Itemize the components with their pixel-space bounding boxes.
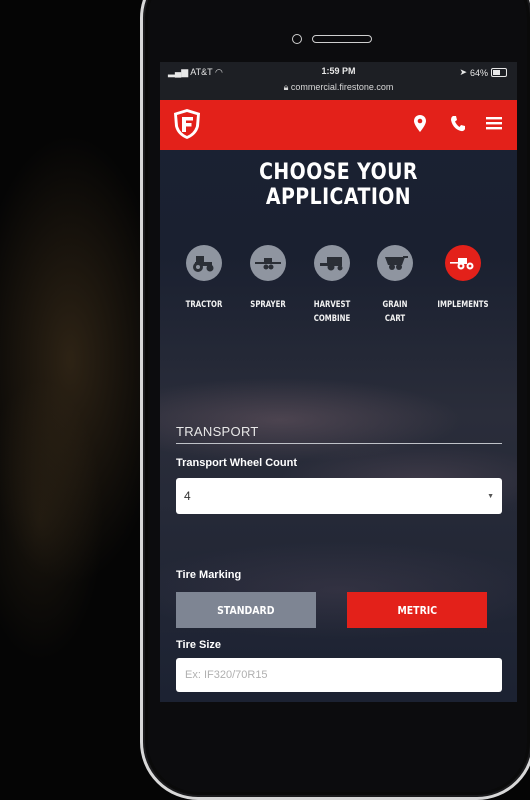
battery-icon xyxy=(491,68,507,77)
lock-icon: 🔒︎ xyxy=(283,82,289,92)
app-option-grain-cart[interactable]: GRAIN CART xyxy=(363,245,427,326)
tire-size-placeholder: Ex: IF320/70R15 xyxy=(185,669,268,681)
page-title: CHOOSE YOUR APPLICATION xyxy=(259,160,418,210)
app-label: TRACTOR xyxy=(185,300,223,310)
phone-icon[interactable] xyxy=(449,114,467,134)
front-camera xyxy=(292,34,302,44)
application-options: TRACTOR SPRAYER HARVEST COMBINE GRAIN CART… xyxy=(160,245,517,355)
header-actions xyxy=(413,114,503,134)
location-pin-icon[interactable] xyxy=(413,114,431,134)
app-label: IMPLEMENTS xyxy=(437,300,489,310)
app-option-sprayer[interactable]: SPRAYER xyxy=(236,245,300,312)
tire-marking-standard-button[interactable]: STANDARD xyxy=(176,592,316,628)
location-arrow-icon: ➤ xyxy=(459,67,467,77)
combine-icon xyxy=(314,245,350,281)
address-bar[interactable]: 🔒︎ commercial.firestone.com xyxy=(160,82,517,93)
url-text: commercial.firestone.com xyxy=(290,82,394,92)
wheel-count-label: Transport Wheel Count xyxy=(176,457,297,469)
chevron-down-icon: ▼ xyxy=(487,492,494,500)
site-header xyxy=(160,100,517,150)
section-divider xyxy=(176,443,502,444)
phone-screen: ▂▄▆ AT&T ◠ 1:59 PM ➤ 64% 🔒︎ commercial.f… xyxy=(160,62,517,702)
menu-icon[interactable] xyxy=(485,114,503,134)
app-option-tractor[interactable]: TRACTOR xyxy=(172,245,236,312)
grain-cart-icon xyxy=(377,245,413,281)
firestone-logo-icon[interactable] xyxy=(172,108,202,140)
implements-icon xyxy=(445,245,481,281)
tire-marking-metric-button[interactable]: METRIC xyxy=(347,592,487,628)
app-label: SPRAYER xyxy=(250,300,286,310)
app-label: HARVEST COMBINE xyxy=(313,300,351,324)
battery-percent: 64% xyxy=(469,67,488,78)
app-option-harvest-combine[interactable]: HARVEST COMBINE xyxy=(300,245,364,326)
section-title-transport: TRANSPORT xyxy=(176,424,259,439)
tire-size-input[interactable]: Ex: IF320/70R15 xyxy=(176,658,502,692)
app-option-implements[interactable]: IMPLEMENTS xyxy=(431,245,495,312)
wheel-count-select[interactable]: 4 ▼ xyxy=(176,478,502,514)
earpiece-speaker xyxy=(312,35,372,43)
battery-status: ➤ 64% xyxy=(459,67,507,78)
status-bar: ▂▄▆ AT&T ◠ 1:59 PM ➤ 64% 🔒︎ commercial.f… xyxy=(160,62,517,100)
tire-marking-label: Tire Marking xyxy=(176,569,242,581)
app-label: GRAIN CART xyxy=(382,300,408,324)
tractor-icon xyxy=(186,245,222,281)
sprayer-icon xyxy=(250,245,286,281)
tire-size-label: Tire Size xyxy=(176,639,222,651)
wheel-count-value: 4 xyxy=(184,489,191,503)
